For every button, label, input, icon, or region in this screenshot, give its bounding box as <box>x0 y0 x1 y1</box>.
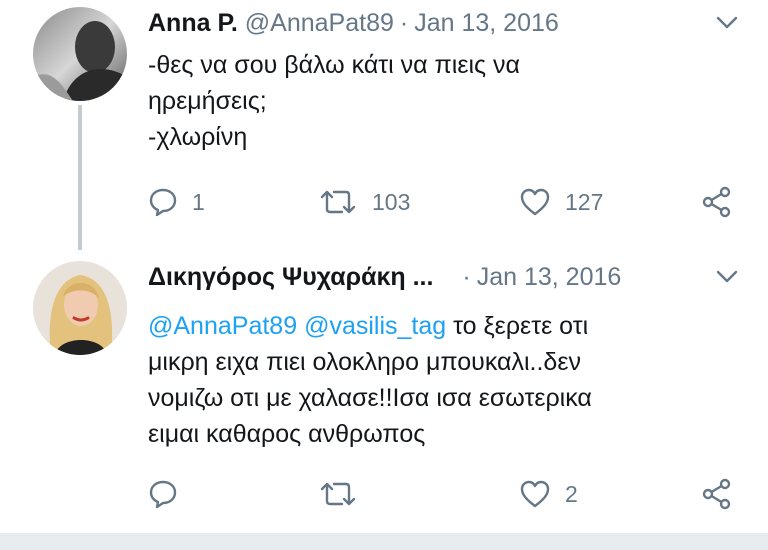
chevron-down-icon[interactable] <box>716 270 738 284</box>
reply-icon <box>148 479 178 509</box>
separator-dot: · <box>399 9 409 37</box>
tweet-actions: 1 103 127 <box>0 182 768 222</box>
thread-connector <box>78 105 82 250</box>
tweet-text-line: @AnnaPat89 @vasilis_tag το ξερετε οτι <box>148 308 733 344</box>
tweet[interactable]: Δικηγόρος Ψυχαράκη ... · Jan 13, 2016 @An… <box>0 248 768 533</box>
chevron-down-icon[interactable] <box>716 16 738 30</box>
retweet-icon <box>318 187 358 217</box>
tweet-actions: 2 <box>0 474 768 514</box>
reply-button[interactable]: 1 <box>148 182 205 222</box>
tweet-text: -θες να σου βάλω κάτι να πιεις να ηρεμήσ… <box>148 47 733 155</box>
tweet[interactable]: Anna P. @AnnaPat89 · Jan 13, 2016 -θες να … <box>0 0 768 250</box>
retweet-button[interactable] <box>318 474 372 514</box>
share-button[interactable] <box>701 182 733 222</box>
tweet-text-line: -χλωρίνη <box>148 123 248 151</box>
tweet-header: Δικηγόρος Ψυχαράκη ... · Jan 13, 2016 <box>148 262 621 292</box>
share-icon <box>701 478 733 510</box>
separator-dot: · <box>462 263 471 291</box>
reply-button[interactable] <box>148 474 192 514</box>
author-name[interactable]: Anna P. <box>148 9 238 37</box>
reply-icon <box>148 187 178 217</box>
tweet-header: Anna P. @AnnaPat89 · Jan 13, 2016 <box>148 8 559 38</box>
tweet-date[interactable]: Jan 13, 2016 <box>477 263 622 291</box>
like-icon <box>519 187 551 217</box>
reply-count: 1 <box>192 188 205 215</box>
mention-link[interactable]: @AnnaPat89 <box>148 312 297 340</box>
mention-link[interactable]: @vasilis_tag <box>304 312 446 340</box>
tweet-text-fragment: το ξερετε οτι <box>446 312 589 340</box>
retweet-count: 103 <box>372 188 411 215</box>
tweet-text-line: μικρη ειχα πιει ολοκληρο μπουκαλι..δεν <box>148 348 581 376</box>
like-count: 127 <box>565 188 604 215</box>
author-handle[interactable]: @AnnaPat89 <box>245 9 394 37</box>
like-count: 2 <box>565 480 578 507</box>
tweet-text-line: νομιζω οτι με χαλασε!!Ισα ισα εσωτερικα <box>148 384 592 412</box>
tweet-text-line: ηρεμήσεις; <box>148 87 267 115</box>
retweet-button[interactable]: 103 <box>318 182 410 222</box>
retweet-icon <box>318 479 358 509</box>
share-button[interactable] <box>701 474 733 514</box>
like-button[interactable]: 127 <box>519 182 603 222</box>
avatar[interactable] <box>33 7 127 101</box>
section-divider <box>0 533 768 550</box>
like-icon <box>519 479 551 509</box>
like-button[interactable]: 2 <box>519 474 578 514</box>
tweet-text-line: -θες να σου βάλω κάτι να πιεις να <box>148 51 521 79</box>
share-icon <box>701 186 733 218</box>
tweet-text-line: ειμαι καθαρος ανθρωπος <box>148 420 426 448</box>
author-name[interactable]: Δικηγόρος Ψυχαράκη ... <box>148 263 433 291</box>
avatar[interactable] <box>33 261 127 355</box>
tweet-date[interactable]: Jan 13, 2016 <box>414 9 559 37</box>
tweet-text: @AnnaPat89 @vasilis_tag το ξερετε οτι μι… <box>148 308 733 452</box>
